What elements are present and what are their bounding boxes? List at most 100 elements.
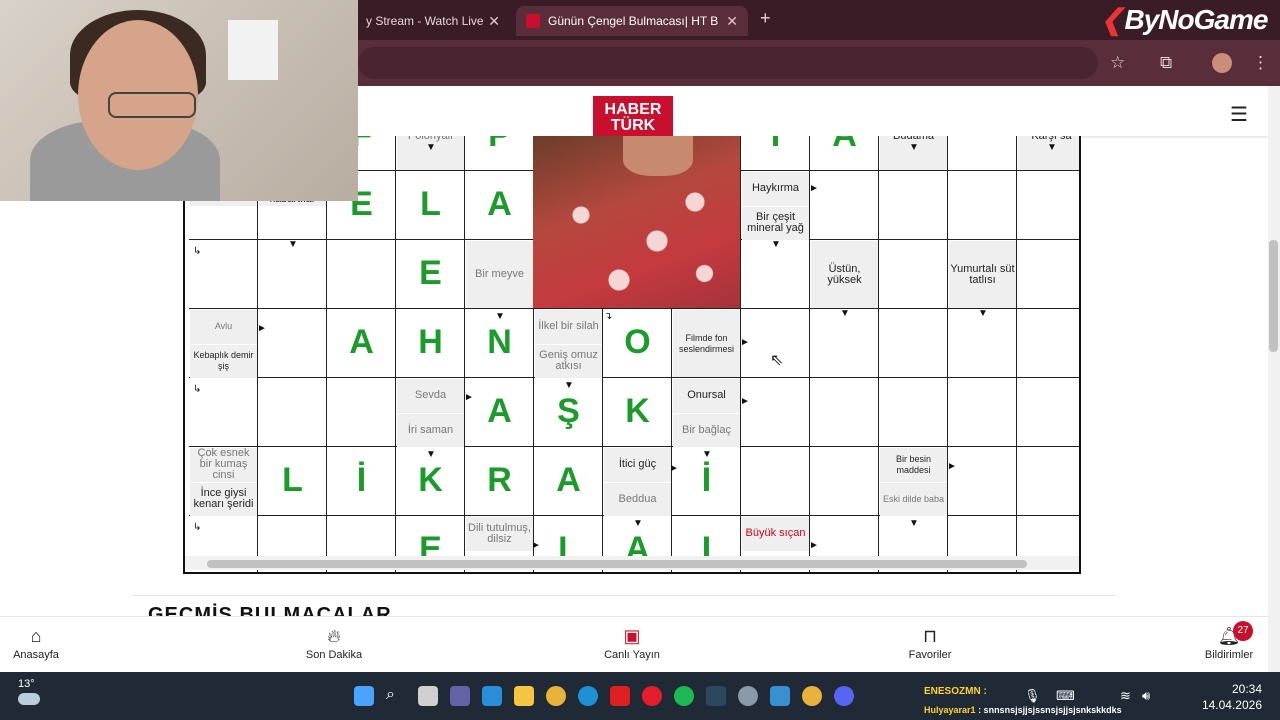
- nav-live[interactable]: ▣ Canlı Yayın: [598, 626, 666, 661]
- avatar[interactable]: [1212, 53, 1232, 73]
- grid-cell[interactable]: [879, 240, 948, 309]
- cursor-icon: ⇖: [770, 352, 784, 369]
- grid-cell[interactable]: [1017, 309, 1079, 378]
- spotify-icon[interactable]: [674, 686, 694, 706]
- nav-label: Anasayfa: [13, 649, 59, 661]
- nav-breaking[interactable]: 🔥︎ Son Dakika: [300, 626, 368, 661]
- tab-stream[interactable]: y Stream - Watch Live ✕: [358, 6, 510, 36]
- grid-cell[interactable]: [741, 447, 810, 516]
- jersey: [228, 20, 278, 80]
- scrollbar-thumb[interactable]: [1269, 240, 1278, 352]
- time: 20:34: [1231, 682, 1262, 696]
- grid-cell[interactable]: [1017, 378, 1079, 447]
- tab-puzzle[interactable]: Günün Çengel Bulmacası| HT B ✕: [516, 6, 748, 36]
- grid-cell[interactable]: [948, 136, 1017, 171]
- scrollbar-thumb[interactable]: [207, 560, 1027, 568]
- clue-avlu: Avlu: [190, 310, 257, 344]
- chat-message: : snnsnsjsjjsjssnsjsjjsjsnkskkdks: [978, 705, 1122, 715]
- clue-esnek: Çok esnek bir kumaş cinsi: [190, 448, 257, 482]
- store-icon[interactable]: [482, 686, 502, 706]
- glasses: [108, 92, 196, 118]
- grid-cell[interactable]: [948, 378, 1017, 447]
- grid-letter: A: [810, 136, 879, 155]
- nav-favorites[interactable]: ⊓ Favoriler: [904, 626, 956, 661]
- grid-letter: A: [556, 461, 581, 499]
- clock[interactable]: 20:34 14.04.2026: [1200, 681, 1262, 713]
- extensions-icon[interactable]: ⧉: [1160, 53, 1172, 73]
- flame-icon: ❮: [1100, 4, 1123, 35]
- grid-cell[interactable]: [948, 309, 1017, 378]
- flame-icon: 🔥︎: [327, 626, 341, 646]
- search-icon[interactable]: ⌕: [386, 686, 406, 706]
- temperature: 13°: [18, 678, 35, 690]
- grid-letter: A: [487, 392, 512, 430]
- chat-line: ENESOZMN :: [924, 686, 987, 697]
- discord-icon[interactable]: [834, 686, 854, 706]
- grid-cell[interactable]: [810, 447, 879, 516]
- grid-cell[interactable]: [1017, 240, 1079, 309]
- grid-cell[interactable]: [258, 378, 327, 447]
- grid-cell[interactable]: [948, 447, 1017, 516]
- chrome-active-icon[interactable]: [802, 686, 822, 706]
- grid-cell[interactable]: [258, 240, 327, 309]
- arrow-icon: ▼: [633, 518, 643, 529]
- page-scrollbar[interactable]: [1268, 86, 1280, 672]
- stream-logo-text: ByNoGame: [1124, 4, 1268, 35]
- nav-home[interactable]: ⌂ Anasayfa: [10, 626, 62, 661]
- grid-cell[interactable]: [810, 378, 879, 447]
- arrow-icon: ▼: [426, 449, 436, 460]
- clue-mineral: Bir çeşit mineral yağ: [742, 206, 809, 240]
- arrow-icon: ▼: [909, 142, 919, 153]
- new-tab-button[interactable]: +: [760, 8, 771, 29]
- clue-besin: Bir besin maddesi: [880, 448, 947, 482]
- arrow-icon: ►: [464, 392, 474, 403]
- more-icon[interactable]: ⋮: [1252, 53, 1269, 73]
- arrow-icon: ↳: [193, 522, 202, 533]
- taskview-icon[interactable]: [418, 686, 438, 706]
- weather-widget[interactable]: 13°: [18, 678, 40, 705]
- youtube-icon[interactable]: [610, 686, 630, 706]
- grid-cell[interactable]: [258, 309, 327, 378]
- close-icon[interactable]: ✕: [726, 6, 738, 36]
- edge-icon[interactable]: [578, 686, 598, 706]
- grid-cell[interactable]: [879, 378, 948, 447]
- grid-cell[interactable]: [810, 171, 879, 240]
- grid-cell[interactable]: [879, 309, 948, 378]
- grid-cell[interactable]: [327, 240, 396, 309]
- obs-icon[interactable]: [738, 686, 758, 706]
- home-icon: ⌂: [30, 626, 42, 646]
- close-icon[interactable]: ✕: [488, 6, 500, 36]
- menu-icon[interactable]: ☰: [1230, 102, 1250, 127]
- arrow-icon: ▼: [909, 518, 919, 529]
- mic-icon[interactable]: 🎙︎: [1024, 688, 1041, 704]
- clue-genis: Geniş omuz atkısı: [535, 344, 602, 378]
- keyboard-icon[interactable]: ⌨: [1056, 688, 1075, 704]
- webcam-overlay: [0, 0, 358, 201]
- opera-icon[interactable]: [642, 686, 662, 706]
- start-icon[interactable]: [354, 686, 374, 706]
- site-logo[interactable]: HABER TÜRK: [593, 96, 673, 140]
- arrow-icon: ►: [669, 463, 679, 474]
- arrow-icon: ▼: [840, 308, 850, 319]
- arrow-icon: ▼: [978, 308, 988, 319]
- grid-cell[interactable]: [879, 171, 948, 240]
- grid-cell[interactable]: [1017, 447, 1079, 516]
- wifi-icon[interactable]: ≋: [1120, 688, 1131, 704]
- tv-icon: ▣: [623, 626, 641, 646]
- chrome-icon[interactable]: [546, 686, 566, 706]
- app-icon[interactable]: [770, 686, 790, 706]
- grid-cell[interactable]: [741, 378, 810, 447]
- address-input[interactable]: [358, 47, 1098, 79]
- grid-cell[interactable]: [810, 309, 879, 378]
- steam-icon[interactable]: [706, 686, 726, 706]
- tab-title: y Stream - Watch Live: [366, 14, 484, 28]
- grid-letter: H: [418, 323, 443, 361]
- folder-icon[interactable]: [514, 686, 534, 706]
- star-icon[interactable]: ☆: [1110, 53, 1125, 73]
- teams-icon[interactable]: [450, 686, 470, 706]
- volume-icon[interactable]: 🔊︎: [1142, 688, 1150, 704]
- grid-cell[interactable]: [741, 240, 810, 309]
- grid-cell[interactable]: [1017, 171, 1079, 240]
- grid-cell[interactable]: [948, 171, 1017, 240]
- grid-cell[interactable]: [327, 378, 396, 447]
